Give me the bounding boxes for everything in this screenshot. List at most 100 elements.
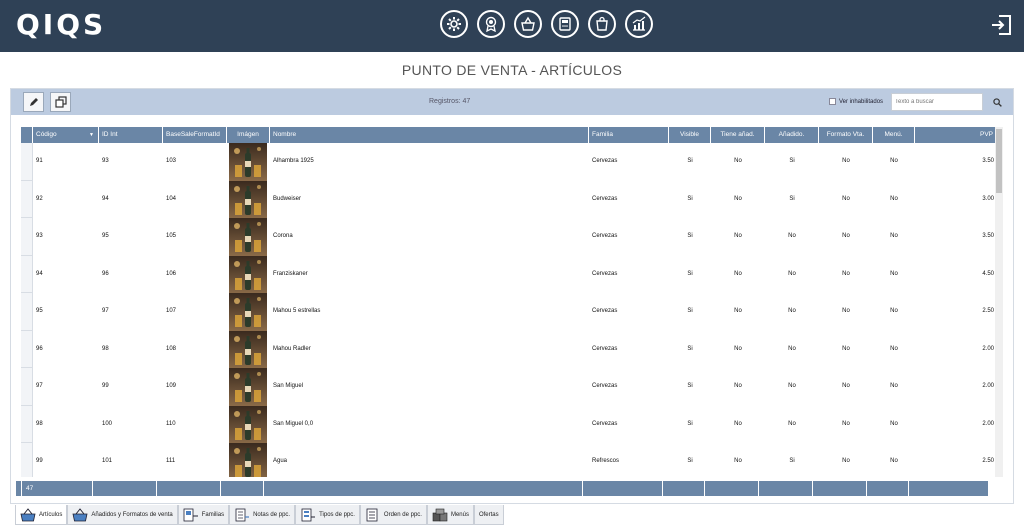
types-icon [301, 508, 316, 521]
bottom-tabs: Artículos Añadidos y Formatos de venta F… [15, 505, 504, 525]
table-row[interactable]: 95 97 107 Mahou 5 estrellas Cervezas Si No No No… [21, 293, 994, 331]
cell-codigo: 91 [36, 158, 43, 164]
product-image [229, 218, 267, 256]
vertical-scrollbar[interactable] [995, 127, 1003, 477]
cell-nombre: Mahou Radler [273, 345, 311, 352]
logout-icon[interactable] [990, 14, 1012, 36]
cell-codigo: 95 [36, 308, 43, 314]
tab-articulos[interactable]: Artículos [15, 505, 68, 525]
cell-base: 107 [166, 308, 177, 314]
cell-base: 111 [166, 458, 176, 464]
cell-id: 98 [102, 345, 109, 352]
column-header-familia[interactable]: Familia [589, 127, 669, 143]
row-selector[interactable] [21, 368, 33, 406]
articles-grid: Código ▼ ID Int BaseSaleFormatId Imágen N… [21, 127, 1003, 477]
cell-pvp: 2.50 [982, 458, 994, 464]
basket-icon [72, 507, 88, 521]
row-selector[interactable] [21, 180, 33, 218]
family-icon [183, 508, 198, 521]
table-row[interactable]: 99 101 111 Agua Refrescos Si No Si No No 2.50 [21, 443, 994, 477]
cell-formato: No [842, 420, 850, 427]
cell-nombre: Alhambra 1925 [273, 158, 314, 164]
cell-id: 96 [102, 270, 109, 277]
cell-base: 109 [166, 383, 177, 389]
column-header-menu[interactable]: Menú. [873, 127, 915, 143]
cell-visible: Si [687, 458, 693, 464]
search-button[interactable] [987, 93, 1007, 111]
table-row[interactable]: 92 94 104 Budweiser Cervezas Si No Si No No 3.00 [21, 180, 994, 218]
tab-ofertas[interactable]: Ofertas [473, 505, 504, 525]
show-disabled-checkbox[interactable] [829, 98, 836, 105]
show-disabled-toggle[interactable]: Ver inhabilitados [829, 98, 883, 105]
column-header-pvp[interactable]: PVP [915, 127, 997, 143]
row-selector[interactable] [21, 405, 33, 443]
cell-tiene: No [734, 270, 742, 277]
cell-familia: Cervezas [592, 158, 618, 164]
cell-familia: Cervezas [592, 308, 618, 314]
table-row[interactable]: 97 99 109 San Miguel Cervezas Si No No No No 2.00 [21, 368, 994, 406]
pos-icon[interactable] [551, 10, 579, 38]
gear-icon[interactable] [440, 10, 468, 38]
scrollbar-thumb[interactable] [996, 129, 1002, 193]
cell-tiene: No [734, 158, 742, 164]
tab-orden[interactable]: Orden de ppc. [359, 505, 427, 525]
cell-menu: No [890, 308, 898, 314]
cell-base: 106 [166, 270, 177, 277]
cell-anadido: Si [789, 158, 795, 164]
table-row[interactable]: 94 96 106 Franziskaner Cervezas Si No No No No 4.5… [21, 255, 994, 293]
column-header-base[interactable]: BaseSaleFormatId [163, 127, 227, 143]
search-input[interactable] [891, 93, 983, 111]
stats-icon[interactable] [625, 10, 653, 38]
cell-nombre: Corona [273, 233, 293, 239]
tab-tipos[interactable]: Tipos de ppc. [295, 505, 360, 525]
articles-panel: Registros: 47 Ver inhabilitados Código ▼ … [10, 88, 1014, 504]
cell-pvp: 2.00 [982, 383, 994, 389]
cell-pvp: 4.50 [982, 270, 994, 277]
row-selector[interactable] [21, 143, 33, 181]
cell-visible: Si [687, 383, 693, 389]
cell-formato: No [842, 458, 850, 464]
table-row[interactable]: 91 93 103 Alhambra 1925 Cervezas Si No Si No No 3.… [21, 143, 994, 181]
cell-formato: No [842, 270, 850, 277]
column-header-codigo[interactable]: Código ▼ [33, 127, 99, 143]
column-header-tiene[interactable]: Tiene añad. [711, 127, 765, 143]
table-row[interactable]: 93 95 105 Corona Cervezas Si No No No No 3.50 [21, 218, 994, 256]
column-header-visible[interactable]: Visible [669, 127, 711, 143]
row-selector[interactable] [21, 330, 33, 368]
row-selector[interactable] [21, 443, 33, 477]
basket-icon [20, 507, 36, 521]
cell-visible: Si [687, 270, 693, 277]
row-selector[interactable] [21, 255, 33, 293]
product-image [229, 180, 267, 218]
product-image [229, 330, 267, 368]
badge-icon[interactable] [477, 10, 505, 38]
cell-anadido: No [788, 270, 796, 277]
column-header-id[interactable]: ID Int [99, 127, 163, 143]
tab-notas[interactable]: Notas de ppc. [229, 505, 296, 525]
tab-familias[interactable]: Familias [177, 505, 230, 525]
row-selector[interactable] [21, 218, 33, 256]
bag-icon[interactable] [588, 10, 616, 38]
column-header-anadido[interactable]: Añadido. [765, 127, 819, 143]
duplicate-button[interactable] [50, 92, 71, 112]
column-header-imagen[interactable]: Imágen [227, 127, 270, 143]
records-count: Registros: 47 [429, 98, 471, 105]
cell-anadido: No [788, 345, 796, 352]
table-row[interactable]: 96 98 108 Mahou Radler Cervezas Si No No No No 2.0… [21, 330, 994, 368]
row-selector[interactable] [21, 293, 33, 331]
cell-anadido: No [788, 420, 796, 427]
edit-button[interactable] [23, 92, 44, 112]
column-header-nombre[interactable]: Nombre [270, 127, 589, 143]
table-row[interactable]: 98 100 110 San Miguel 0,0 Cervezas Si No No No No… [21, 405, 994, 443]
column-header-formato[interactable]: Formato Vta. [819, 127, 873, 143]
cell-pvp: 3.00 [982, 195, 994, 202]
tab-anadidos[interactable]: Añadidos y Formatos de venta [67, 505, 178, 525]
tab-menus[interactable]: Menús [426, 505, 474, 525]
basket-icon[interactable] [514, 10, 542, 38]
cell-anadido: Si [789, 195, 795, 202]
cell-base: 110 [166, 420, 176, 427]
show-disabled-label: Ver inhabilitados [839, 98, 884, 105]
cell-familia: Refrescos [592, 458, 620, 464]
cell-visible: Si [687, 420, 693, 427]
cell-menu: No [890, 458, 898, 464]
